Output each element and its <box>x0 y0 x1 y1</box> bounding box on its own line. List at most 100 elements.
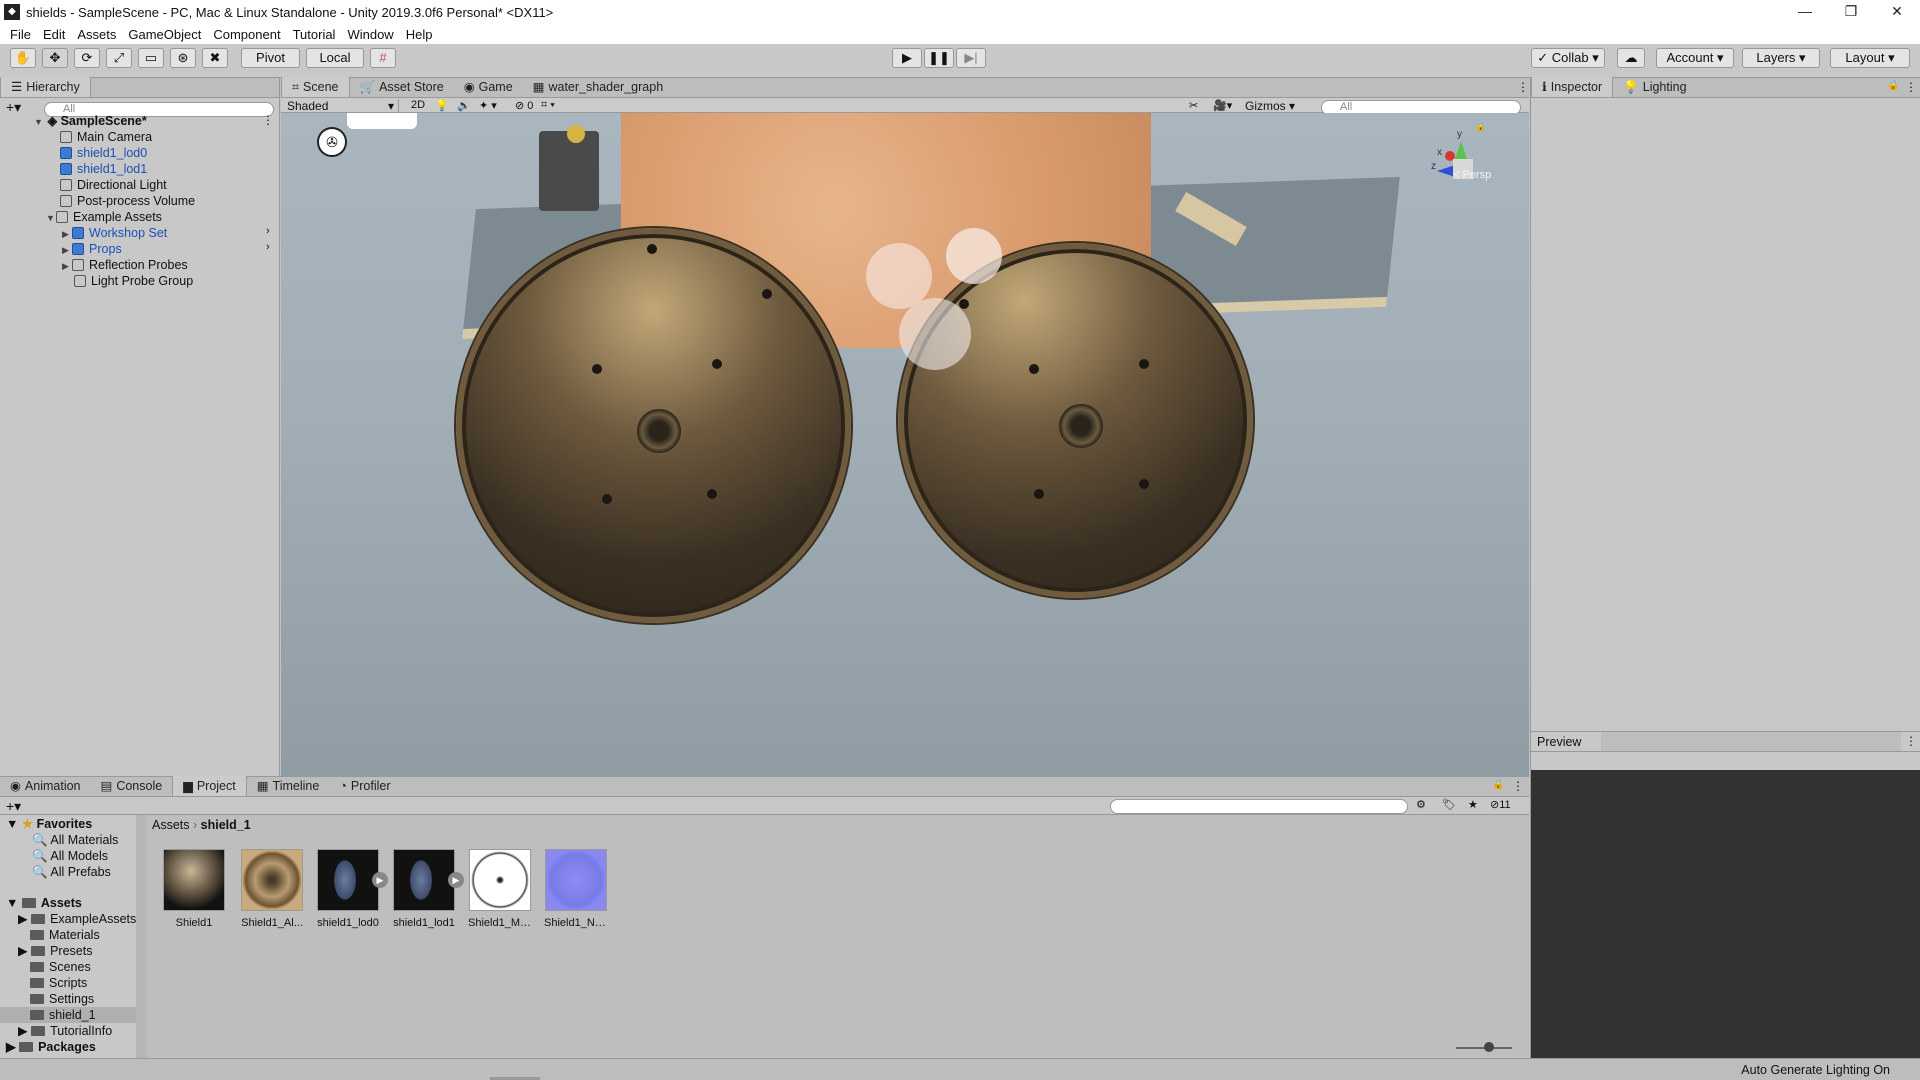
audio-toggle-icon[interactable]: 🔊 <box>457 99 471 112</box>
menu-file[interactable]: File <box>10 27 31 42</box>
account-dropdown[interactable]: Account ▾ <box>1656 48 1734 68</box>
folder-exampleassets[interactable]: ▶ ExampleAssets <box>18 911 136 927</box>
asset-shield1-metallic[interactable]: Shield1_Me... <box>468 849 532 929</box>
shield-lod0[interactable] <box>456 228 851 623</box>
snap-grid-icon[interactable]: # <box>370 48 396 68</box>
custom-tool-icon[interactable]: ✖ <box>202 48 228 68</box>
step-button[interactable]: ▶| <box>956 48 986 68</box>
tab-inspector[interactable]: ℹ Inspector <box>1531 77 1614 97</box>
perspective-label[interactable]: < Persp <box>1453 169 1491 181</box>
lock-icon[interactable]: 🔒 <box>1475 121 1486 132</box>
tab-water-shader-graph[interactable]: ▦ water_shader_graph <box>523 77 673 97</box>
lock-icon[interactable]: 🔒 <box>1492 779 1504 790</box>
orientation-gizmo[interactable]: y z x 🔒 <box>1431 121 1491 195</box>
tab-animation[interactable]: ◉ Animation <box>0 776 91 796</box>
menu-component[interactable]: Component <box>213 27 280 42</box>
prefab-open-chevron-icon[interactable]: › <box>266 241 270 253</box>
asset-shield1-normal[interactable]: Shield1_No... <box>544 849 608 929</box>
hierarchy-item-light-probe-group[interactable]: Light Probe Group <box>74 273 193 289</box>
tab-scene[interactable]: ⌗ Scene <box>281 77 350 97</box>
hierarchy-item-reflection-probes[interactable]: ▶ Reflection Probes <box>62 257 188 273</box>
rect-tool-icon[interactable]: ▭ <box>138 48 164 68</box>
project-menu-icon[interactable]: ⋮ <box>1512 779 1524 793</box>
create-add-icon[interactable]: +▾ <box>6 99 21 116</box>
hierarchy-item-workshop-set[interactable]: ▶ Workshop Set <box>62 225 167 241</box>
shield-lod1[interactable] <box>898 243 1253 598</box>
packages-root[interactable]: ▶ Packages <box>6 1039 96 1055</box>
expand-arrow-icon[interactable]: ▶ <box>448 872 464 888</box>
scene-menu-icon[interactable]: ⋮ <box>262 113 274 127</box>
folder-scripts[interactable]: Scripts <box>30 975 87 991</box>
tab-profiler[interactable]: ◔ Profiler <box>329 776 400 796</box>
local-button[interactable]: Local <box>306 48 364 68</box>
tab-lighting[interactable]: 💡 Lighting <box>1613 77 1696 97</box>
menu-window[interactable]: Window <box>347 27 393 42</box>
camera-aperture-icon[interactable]: ✇ <box>317 127 347 157</box>
preview-menu-icon[interactable]: ⋮ <box>1905 734 1917 748</box>
menu-gameobject[interactable]: GameObject <box>128 27 201 42</box>
folder-shield-1[interactable]: shield_1 <box>0 1007 136 1023</box>
close-icon[interactable]: ✕ <box>1874 0 1920 24</box>
tab-game[interactable]: ◉ Game <box>454 77 523 97</box>
filter-by-type-icon[interactable]: ⚙ <box>1416 798 1426 811</box>
hierarchy-item-shield1-lod1[interactable]: shield1_lod1 <box>60 161 147 177</box>
pivot-button[interactable]: Pivot <box>241 48 300 68</box>
hierarchy-item-directional-light[interactable]: Directional Light <box>60 177 167 193</box>
layers-dropdown[interactable]: Layers ▾ <box>1742 48 1820 68</box>
menu-help[interactable]: Help <box>406 27 433 42</box>
tab-console[interactable]: ▤ Console <box>91 776 173 796</box>
create-add-icon[interactable]: +▾ <box>6 798 21 815</box>
asset-shield1-lod0[interactable]: shield1_lod0 <box>316 849 380 929</box>
hand-tool-icon[interactable]: ✋ <box>10 48 36 68</box>
favorite-all-models[interactable]: 🔍 All Models <box>32 848 108 864</box>
filter-by-label-icon[interactable]: 🏷 <box>1442 798 1456 811</box>
hidden-objects-icon[interactable]: ⊘ 0 <box>515 99 533 112</box>
inspector-menu-icon[interactable]: ⋮ <box>1905 80 1917 94</box>
prefab-open-chevron-icon[interactable]: › <box>266 225 270 237</box>
hierarchy-item-main-camera[interactable]: Main Camera <box>60 129 152 145</box>
project-search-input[interactable] <box>1110 799 1408 814</box>
asset-shield1-lod1[interactable]: shield1_lod1 <box>392 849 456 929</box>
maximize-icon[interactable]: ❐ <box>1828 0 1874 24</box>
menu-tutorial[interactable]: Tutorial <box>293 27 336 42</box>
folder-presets[interactable]: ▶ Presets <box>18 943 92 959</box>
hierarchy-item-example-assets[interactable]: ▼ Example Assets <box>46 209 162 225</box>
shading-mode-dropdown[interactable]: Shaded ▾ <box>283 99 399 113</box>
effects-toggle-icon[interactable]: ✦ ▾ <box>479 99 497 112</box>
grid-toggle-icon[interactable]: ⌗ ▾ <box>541 99 555 112</box>
scene-root[interactable]: ▼ ◈ SampleScene* <box>34 113 147 129</box>
lighting-toggle-icon[interactable]: 💡 <box>435 99 449 112</box>
layout-dropdown[interactable]: Layout ▾ <box>1830 48 1910 68</box>
breadcrumb-shield-1[interactable]: shield_1 <box>201 818 251 832</box>
move-tool-icon[interactable]: ✥ <box>42 48 68 68</box>
hierarchy-item-post-process-volume[interactable]: Post-process Volume <box>60 193 195 209</box>
tab-hierarchy[interactable]: ☰ Hierarchy <box>0 77 91 97</box>
tools-icon[interactable]: ✂ <box>1189 99 1198 112</box>
scene-viewport[interactable]: ✇ y z x 🔒 < Persp <box>281 113 1529 776</box>
slider-handle[interactable] <box>1484 1042 1494 1052</box>
favorite-all-materials[interactable]: 🔍 All Materials <box>32 832 118 848</box>
folder-tutorialinfo[interactable]: ▶ TutorialInfo <box>18 1023 112 1039</box>
favorite-star-icon[interactable]: ★ <box>1468 798 1478 811</box>
tab-timeline[interactable]: ▦ Timeline <box>247 776 330 796</box>
tab-asset-store[interactable]: 🛒 Asset Store <box>350 77 454 97</box>
assets-root[interactable]: ▼ Assets <box>6 895 82 911</box>
rotate-tool-icon[interactable]: ⟳ <box>74 48 100 68</box>
camera-settings-icon[interactable]: 🎥▾ <box>1213 99 1232 112</box>
menu-assets[interactable]: Assets <box>77 27 116 42</box>
breadcrumb-assets[interactable]: Assets <box>152 818 190 832</box>
scene-menu-icon[interactable]: ⋮ <box>1517 80 1529 94</box>
scale-tool-icon[interactable]: ⤢ <box>106 48 132 68</box>
gizmos-dropdown[interactable]: Gizmos ▾ <box>1245 99 1309 113</box>
play-button[interactable]: ▶ <box>892 48 922 68</box>
folder-materials[interactable]: Materials <box>30 927 100 943</box>
menu-edit[interactable]: Edit <box>43 27 65 42</box>
minimize-icon[interactable]: — <box>1782 0 1828 24</box>
hierarchy-item-shield1-lod0[interactable]: shield1_lod0 <box>60 145 147 161</box>
favorite-all-prefabs[interactable]: 🔍 All Prefabs <box>32 864 111 880</box>
hidden-packages-icon[interactable]: ⊘11 <box>1490 798 1511 811</box>
folder-scenes[interactable]: Scenes <box>30 959 91 975</box>
collab-button[interactable]: ✓ Collab ▾ <box>1531 48 1605 68</box>
lock-icon[interactable]: 🔒 <box>1887 80 1899 91</box>
folder-settings[interactable]: Settings <box>30 991 94 1007</box>
